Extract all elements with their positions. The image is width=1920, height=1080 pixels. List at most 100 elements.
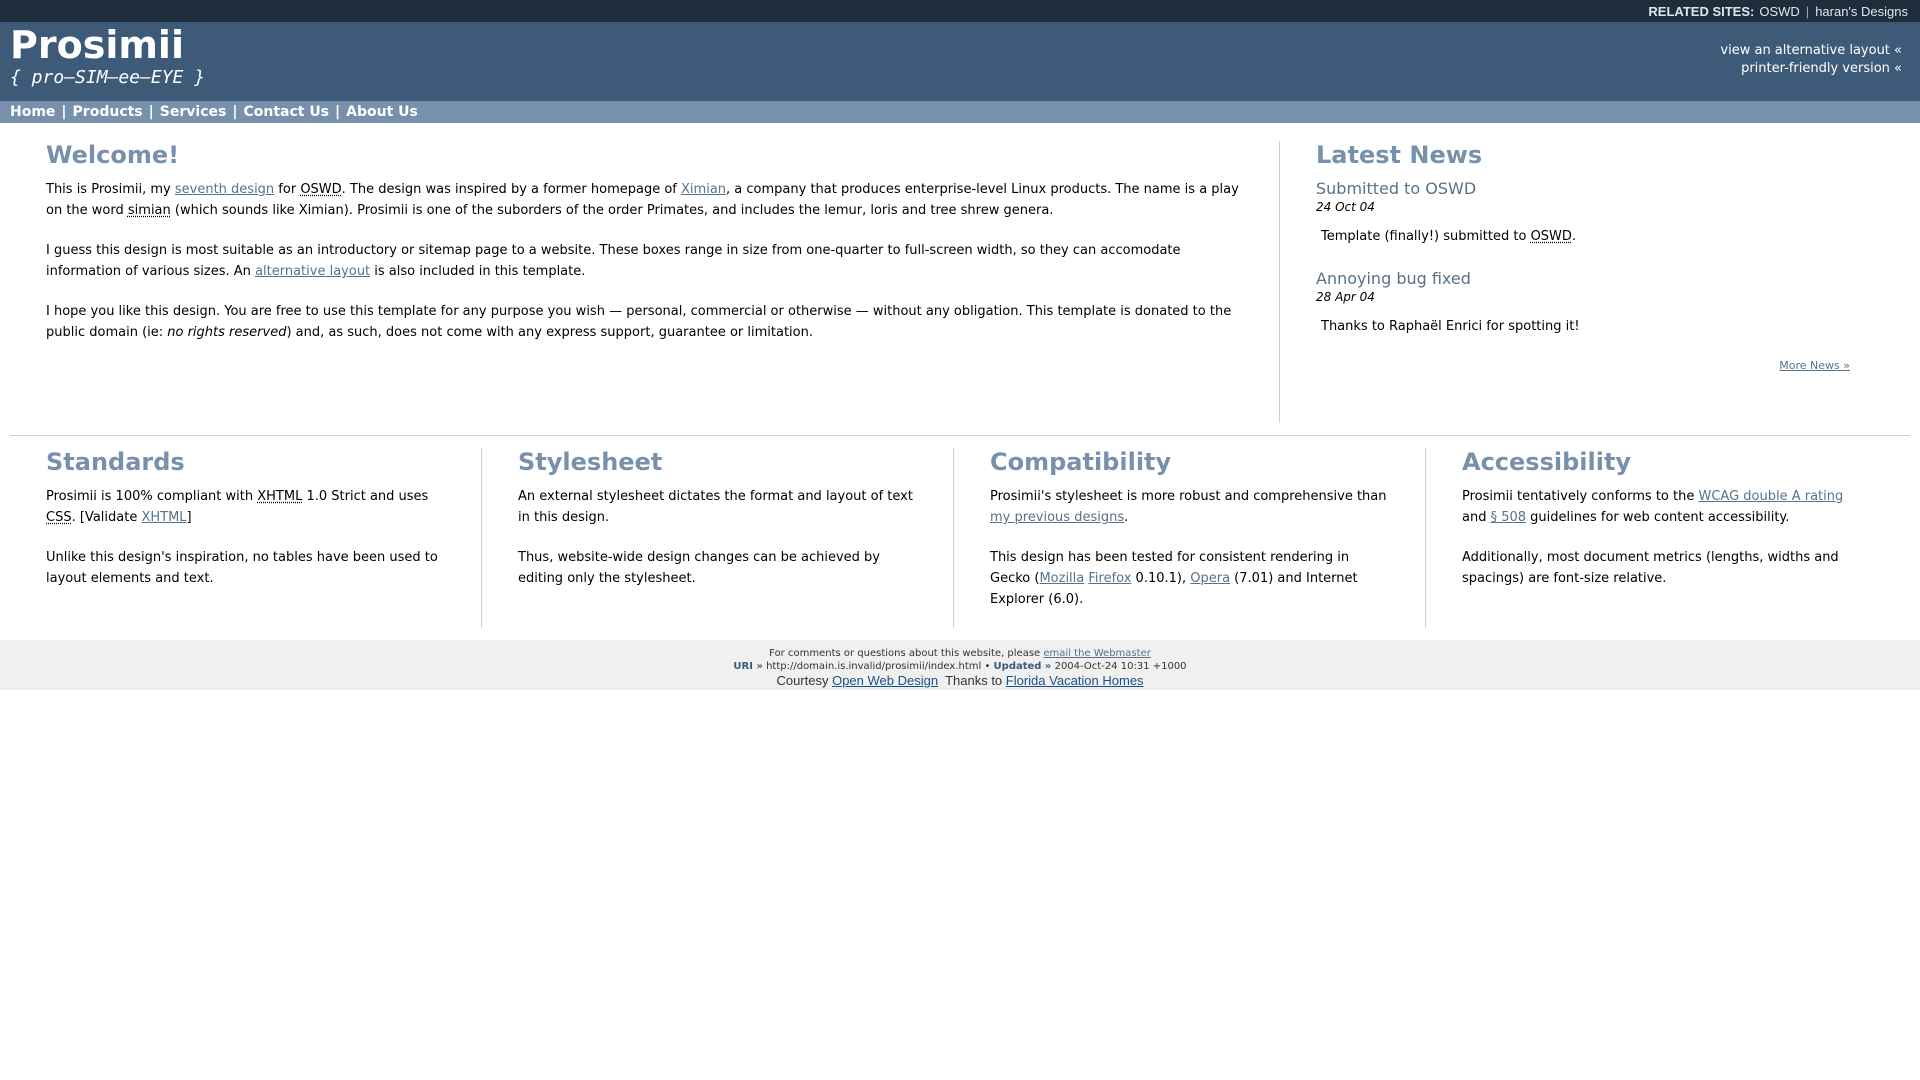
section-divider (10, 435, 1910, 436)
compatibility-paragraph-1: Prosimii's stylesheet is more robust and… (990, 486, 1389, 528)
welcome-section: Welcome! This is Prosimii, my seventh de… (0, 141, 1280, 423)
text: I guess this design is most suitable as … (46, 243, 1181, 279)
compatibility-paragraph-2: This design has been tested for consiste… (990, 547, 1389, 610)
text: 0.10.1), (1131, 571, 1191, 586)
welcome-paragraph-3: I hope you like this design. You are fre… (46, 301, 1244, 343)
accessibility-heading: Accessibility (1462, 448, 1632, 476)
more-news-link[interactable]: More News » (1779, 359, 1850, 372)
nav-separator: | (335, 104, 341, 120)
printer-friendly-link[interactable]: printer-friendly version « (1720, 60, 1902, 78)
news-item-title: Annoying bug fixed (1316, 269, 1471, 288)
feature-boxes: Standards Prosimii is 100% compliant wit… (0, 448, 1920, 628)
welcome-heading: Welcome! (46, 141, 180, 169)
text: is also included in this template. (370, 264, 586, 279)
nav-separator: | (232, 104, 238, 120)
uri-label: URI » (733, 661, 763, 672)
ximian-link[interactable]: Ximian (681, 182, 726, 197)
text: For comments or questions about this web… (769, 648, 1044, 659)
more-news: More News » (1316, 359, 1870, 372)
latest-news-heading: Latest News (1316, 141, 1483, 169)
news-item-text: Thanks to Raphaël Enrici for spotting it… (1316, 316, 1870, 337)
standards-box: Standards Prosimii is 100% compliant wit… (0, 448, 482, 628)
news-item-date: 24 Oct 04 (1316, 200, 1375, 214)
nav-services[interactable]: Services (160, 104, 227, 120)
stylesheet-paragraph-1: An external stylesheet dictates the form… (518, 489, 913, 525)
text: ] (186, 510, 192, 525)
related-sites-bar: RELATED SITES: OSWD | haran's Designs (0, 0, 1920, 22)
accessibility-paragraph-2: Additionally, most document metrics (len… (1462, 550, 1839, 586)
css-abbr: CSS (46, 510, 72, 525)
standards-paragraph-1: Prosimii is 100% compliant with XHTML 1.… (46, 486, 445, 528)
text: . The design was inspired by a former ho… (341, 182, 682, 197)
compatibility-box: Compatibility Prosimii's stylesheet is m… (954, 448, 1426, 628)
text: Thanks to (938, 673, 1006, 688)
compatibility-heading: Compatibility (990, 448, 1172, 476)
related-separator: | (1805, 3, 1810, 19)
updated-label: Updated » (993, 661, 1052, 672)
open-web-design-link[interactable]: Open Web Design (832, 673, 938, 688)
nav-products[interactable]: Products (73, 104, 143, 120)
welcome-paragraph-1: This is Prosimii, my seventh design for … (46, 179, 1244, 221)
text: Prosimii tentatively conforms to the (1462, 489, 1699, 504)
stylesheet-heading: Stylesheet (518, 448, 663, 476)
related-sites-label: RELATED SITES: (1648, 3, 1755, 19)
opera-link[interactable]: Opera (1190, 571, 1230, 586)
standards-heading: Standards (46, 448, 185, 476)
xhtml-abbr: XHTML (257, 489, 303, 504)
section-508-link[interactable]: § 508 (1491, 510, 1526, 525)
text: Prosimii's stylesheet is more robust and… (990, 489, 1387, 504)
text: guidelines for web content accessibility… (1526, 510, 1790, 525)
welcome-paragraph-2: I guess this design is most suitable as … (46, 240, 1244, 282)
accessibility-paragraph-1: Prosimii tentatively conforms to the WCA… (1462, 486, 1862, 528)
text: Prosimii is 100% compliant with (46, 489, 258, 504)
site-footer: For comments or questions about this web… (0, 640, 1920, 690)
text: Thanks to Raphaël Enrici for spotting it… (1321, 319, 1580, 334)
footer-credits-line: Courtesy Open Web Design Thanks to Flori… (0, 673, 1920, 688)
uri-value: http://domain.is.invalid/prosimii/index.… (762, 661, 994, 672)
site-title: Prosimii (10, 23, 184, 67)
oswd-abbr: OSWD (1530, 229, 1572, 244)
standards-paragraph-2: Unlike this design's inspiration, no tab… (46, 550, 438, 586)
text: . (1571, 229, 1577, 244)
text: This is Prosimii, my (46, 182, 175, 197)
no-rights-reserved: no rights reserved (167, 325, 287, 340)
firefox-link[interactable]: Firefox (1088, 571, 1131, 586)
news-item-title: Submitted to OSWD (1316, 179, 1477, 198)
nav-home[interactable]: Home (10, 104, 55, 120)
validate-xhtml-link[interactable]: XHTML (141, 510, 186, 525)
text: Template (finally!) submitted to (1321, 229, 1531, 244)
text: ) and, as such, does not come with any e… (286, 325, 813, 340)
simian-abbr: simian (127, 203, 171, 218)
florida-vacation-homes-link[interactable]: Florida Vacation Homes (1006, 673, 1144, 688)
email-webmaster-link[interactable]: email the Webmaster (1043, 648, 1150, 659)
mozilla-link[interactable]: Mozilla (1039, 571, 1084, 586)
updated-value: 2004-Oct-24 10:31 +1000 (1051, 661, 1187, 672)
stylesheet-paragraph-2: Thus, website-wide design changes can be… (518, 550, 880, 586)
news-item-text: Template (finally!) submitted to OSWD. (1316, 226, 1870, 247)
accessibility-box: Accessibility Prosimii tentatively confo… (1426, 448, 1898, 628)
nav-about-us[interactable]: About Us (346, 104, 418, 120)
footer-uri-line: URI » http://domain.is.invalid/prosimii/… (0, 660, 1920, 673)
news-item-date: 28 Apr 04 (1316, 290, 1375, 304)
text: 1.0 Strict and uses (302, 489, 429, 504)
nav-contact-us[interactable]: Contact Us (243, 104, 329, 120)
site-header: Prosimii { pro–SIM–ee–EYE } view an alte… (0, 22, 1920, 101)
top-content: Welcome! This is Prosimii, my seventh de… (0, 141, 1920, 423)
related-link-harans-designs[interactable]: haran's Designs (1815, 4, 1908, 19)
wcag-link[interactable]: WCAG double A rating (1698, 489, 1843, 504)
main-nav: Home | Products | Services | Contact Us | Ab… (0, 101, 1920, 123)
stylesheet-box: Stylesheet An external stylesheet dictat… (482, 448, 954, 628)
text: and (1462, 510, 1491, 525)
nav-separator: | (61, 104, 67, 120)
footer-contact-line: For comments or questions about this web… (0, 647, 1920, 660)
seventh-design-link[interactable]: seventh design (175, 182, 274, 197)
alternative-layout-link[interactable]: view an alternative layout « (1720, 42, 1902, 60)
alternative-layout-inline-link[interactable]: alternative layout (255, 264, 370, 279)
related-link-oswd[interactable]: OSWD (1759, 4, 1799, 19)
latest-news-section: Latest News Submitted to OSWD 24 Oct 04 … (1280, 141, 1870, 423)
text: for (274, 182, 301, 197)
nav-separator: | (148, 104, 154, 120)
header-links: view an alternative layout « printer-fri… (1720, 42, 1902, 78)
previous-designs-link[interactable]: my previous designs (990, 510, 1124, 525)
text: Courtesy (776, 673, 833, 688)
